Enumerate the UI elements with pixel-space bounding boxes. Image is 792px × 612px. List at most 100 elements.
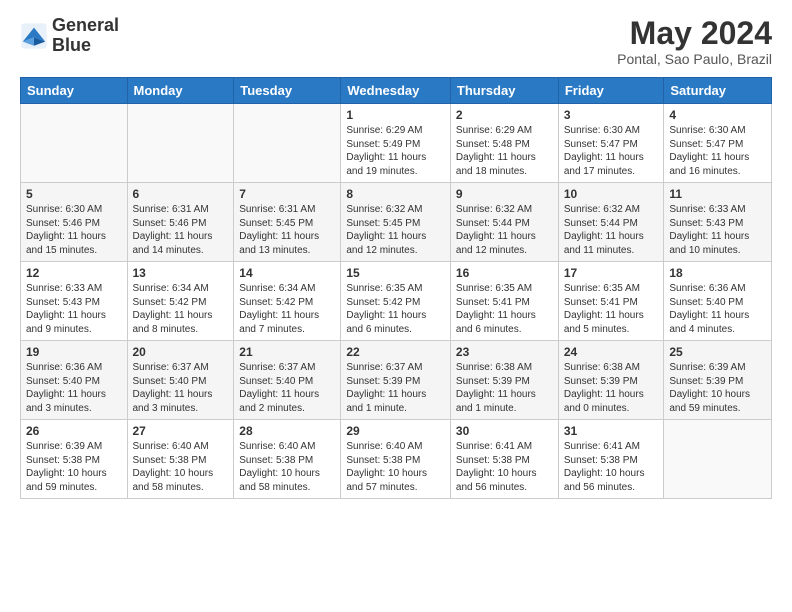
day-number: 1: [346, 108, 445, 122]
day-number: 4: [669, 108, 766, 122]
day-info: Sunrise: 6:29 AMSunset: 5:49 PMDaylight:…: [346, 124, 445, 178]
day-info: Sunrise: 6:30 AMSunset: 5:47 PMDaylight:…: [564, 124, 659, 178]
calendar-cell: 19Sunrise: 6:36 AMSunset: 5:40 PMDayligh…: [21, 341, 128, 420]
day-info: Sunrise: 6:29 AMSunset: 5:48 PMDaylight:…: [456, 124, 553, 178]
day-info: Sunrise: 6:36 AMSunset: 5:40 PMDaylight:…: [669, 282, 766, 336]
day-number: 31: [564, 424, 659, 438]
day-number: 25: [669, 345, 766, 359]
day-info: Sunrise: 6:34 AMSunset: 5:42 PMDaylight:…: [133, 282, 229, 336]
day-info: Sunrise: 6:33 AMSunset: 5:43 PMDaylight:…: [669, 203, 766, 257]
calendar-page: General Blue May 2024 Pontal, Sao Paulo,…: [0, 0, 792, 612]
day-number: 20: [133, 345, 229, 359]
day-info: Sunrise: 6:41 AMSunset: 5:38 PMDaylight:…: [456, 440, 553, 494]
calendar-cell: 17 Sunrise: 6:35 AMSunset: 5:41 PMDayligh…: [558, 262, 664, 341]
day-number: 15: [346, 266, 445, 280]
col-thursday: Thursday: [450, 78, 558, 104]
day-number: 7: [239, 187, 335, 201]
calendar-header-row: Sunday Monday Tuesday Wednesday Thursday…: [21, 78, 772, 104]
calendar-cell: 14 Sunrise: 6:34 AMSunset: 5:42 PMDayligh…: [234, 262, 341, 341]
day-info: Sunrise: 6:30 AMSunset: 5:46 PMDaylight:…: [26, 203, 122, 257]
day-info: Sunrise: 6:36 AMSunset: 5:40 PMDaylight:…: [26, 361, 122, 415]
day-info: Sunrise: 6:32 AMSunset: 5:45 PMDaylight:…: [346, 203, 445, 257]
calendar-cell: 22 Sunrise: 6:37 AMSunset: 5:39 PMDayligh…: [341, 341, 451, 420]
day-number: 3: [564, 108, 659, 122]
calendar-week-row: 12 Sunrise: 6:33 AMSunset: 5:43 PMDayligh…: [21, 262, 772, 341]
calendar-cell: 16 Sunrise: 6:35 AMSunset: 5:41 PMDayligh…: [450, 262, 558, 341]
calendar-cell: [21, 104, 128, 183]
day-number: 29: [346, 424, 445, 438]
day-info: Sunrise: 6:38 AMSunset: 5:39 PMDaylight:…: [564, 361, 659, 415]
calendar-cell: 12 Sunrise: 6:33 AMSunset: 5:43 PMDayligh…: [21, 262, 128, 341]
day-info: Sunrise: 6:30 AMSunset: 5:47 PMDaylight:…: [669, 124, 766, 178]
day-number: 9: [456, 187, 553, 201]
col-friday: Friday: [558, 78, 664, 104]
day-info: Sunrise: 6:32 AMSunset: 5:44 PMDaylight:…: [456, 203, 553, 257]
calendar-cell: 27 Sunrise: 6:40 AMSunset: 5:38 PMDayligh…: [127, 420, 234, 499]
day-number: 12: [26, 266, 122, 280]
calendar-cell: 13 Sunrise: 6:34 AMSunset: 5:42 PMDayligh…: [127, 262, 234, 341]
day-info: Sunrise: 6:39 AMSunset: 5:39 PMDaylight:…: [669, 361, 766, 415]
logo: General Blue: [20, 16, 119, 56]
calendar-cell: 28 Sunrise: 6:40 AMSunset: 5:38 PMDayligh…: [234, 420, 341, 499]
calendar-cell: 25 Sunrise: 6:39 AMSunset: 5:39 PMDayligh…: [664, 341, 772, 420]
day-number: 6: [133, 187, 229, 201]
calendar-cell: 18 Sunrise: 6:36 AMSunset: 5:40 PMDayligh…: [664, 262, 772, 341]
calendar-cell: [234, 104, 341, 183]
header-right: May 2024 Pontal, Sao Paulo, Brazil: [617, 16, 772, 67]
day-number: 17: [564, 266, 659, 280]
calendar-cell: 5 Sunrise: 6:30 AMSunset: 5:46 PMDaylight…: [21, 183, 128, 262]
day-number: 16: [456, 266, 553, 280]
day-number: 2: [456, 108, 553, 122]
day-info: Sunrise: 6:40 AMSunset: 5:38 PMDaylight:…: [133, 440, 229, 494]
day-info: Sunrise: 6:40 AMSunset: 5:38 PMDaylight:…: [239, 440, 335, 494]
calendar-week-row: 5 Sunrise: 6:30 AMSunset: 5:46 PMDaylight…: [21, 183, 772, 262]
calendar-cell: [664, 420, 772, 499]
calendar-cell: 4 Sunrise: 6:30 AMSunset: 5:47 PMDaylight…: [664, 104, 772, 183]
page-header: General Blue May 2024 Pontal, Sao Paulo,…: [20, 16, 772, 67]
day-number: 22: [346, 345, 445, 359]
col-sunday: Sunday: [21, 78, 128, 104]
calendar-cell: 21Sunrise: 6:37 AMSunset: 5:40 PMDayligh…: [234, 341, 341, 420]
day-number: 14: [239, 266, 335, 280]
calendar-cell: 31Sunrise: 6:41 AMSunset: 5:38 PMDayligh…: [558, 420, 664, 499]
day-number: 11: [669, 187, 766, 201]
day-number: 26: [26, 424, 122, 438]
day-number: 27: [133, 424, 229, 438]
day-info: Sunrise: 6:31 AMSunset: 5:45 PMDaylight:…: [239, 203, 335, 257]
calendar-cell: 24Sunrise: 6:38 AMSunset: 5:39 PMDayligh…: [558, 341, 664, 420]
logo-icon: [20, 22, 48, 50]
day-info: Sunrise: 6:35 AMSunset: 5:41 PMDaylight:…: [456, 282, 553, 336]
calendar-cell: 7 Sunrise: 6:31 AMSunset: 5:45 PMDaylight…: [234, 183, 341, 262]
day-number: 8: [346, 187, 445, 201]
calendar-cell: 30 Sunrise: 6:41 AMSunset: 5:38 PMDayligh…: [450, 420, 558, 499]
day-number: 21: [239, 345, 335, 359]
col-tuesday: Tuesday: [234, 78, 341, 104]
day-info: Sunrise: 6:33 AMSunset: 5:43 PMDaylight:…: [26, 282, 122, 336]
col-saturday: Saturday: [664, 78, 772, 104]
day-number: 5: [26, 187, 122, 201]
calendar-cell: 26 Sunrise: 6:39 AMSunset: 5:38 PMDayligh…: [21, 420, 128, 499]
day-number: 18: [669, 266, 766, 280]
calendar-cell: 29 Sunrise: 6:40 AMSunset: 5:38 PMDayligh…: [341, 420, 451, 499]
day-info: Sunrise: 6:35 AMSunset: 5:41 PMDaylight:…: [564, 282, 659, 336]
day-info: Sunrise: 6:34 AMSunset: 5:42 PMDaylight:…: [239, 282, 335, 336]
calendar-week-row: 19Sunrise: 6:36 AMSunset: 5:40 PMDayligh…: [21, 341, 772, 420]
day-info: Sunrise: 6:40 AMSunset: 5:38 PMDaylight:…: [346, 440, 445, 494]
calendar-cell: 3 Sunrise: 6:30 AMSunset: 5:47 PMDaylight…: [558, 104, 664, 183]
day-number: 13: [133, 266, 229, 280]
calendar-cell: 8 Sunrise: 6:32 AMSunset: 5:45 PMDaylight…: [341, 183, 451, 262]
calendar-cell: 6Sunrise: 6:31 AMSunset: 5:46 PMDaylight…: [127, 183, 234, 262]
day-number: 28: [239, 424, 335, 438]
calendar-cell: 23Sunrise: 6:38 AMSunset: 5:39 PMDayligh…: [450, 341, 558, 420]
day-info: Sunrise: 6:39 AMSunset: 5:38 PMDaylight:…: [26, 440, 122, 494]
col-monday: Monday: [127, 78, 234, 104]
calendar-week-row: 26 Sunrise: 6:39 AMSunset: 5:38 PMDayligh…: [21, 420, 772, 499]
calendar-week-row: 1 Sunrise: 6:29 AMSunset: 5:49 PMDaylight…: [21, 104, 772, 183]
calendar-table: Sunday Monday Tuesday Wednesday Thursday…: [20, 77, 772, 499]
day-info: Sunrise: 6:35 AMSunset: 5:42 PMDaylight:…: [346, 282, 445, 336]
day-info: Sunrise: 6:37 AMSunset: 5:39 PMDaylight:…: [346, 361, 445, 415]
day-number: 30: [456, 424, 553, 438]
month-title: May 2024: [617, 16, 772, 51]
col-wednesday: Wednesday: [341, 78, 451, 104]
day-number: 10: [564, 187, 659, 201]
